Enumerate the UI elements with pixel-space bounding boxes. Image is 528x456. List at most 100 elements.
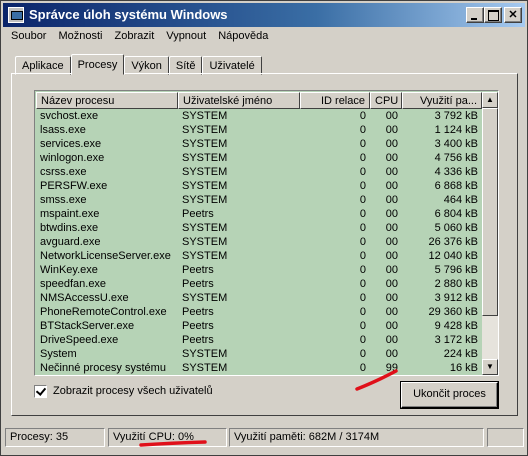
process-name: services.exe (40, 138, 102, 150)
process-user: Peetrs (182, 264, 214, 276)
process-user: SYSTEM (182, 152, 228, 164)
end-process-button[interactable]: Ukončit proces (401, 382, 498, 408)
process-name: winlogon.exe (40, 152, 105, 164)
minimize-button[interactable] (466, 7, 484, 23)
process-memory: 4 336 kB (434, 166, 478, 178)
scroll-up-icon[interactable]: ▲ (482, 92, 498, 108)
process-cpu: 00 (385, 152, 398, 164)
process-user: SYSTEM (182, 236, 228, 248)
process-memory: 3 792 kB (434, 110, 478, 122)
process-row[interactable]: BTStackServer.exe Peetrs 0 00 9 428 kB (36, 319, 482, 333)
process-cpu: 00 (385, 334, 398, 346)
process-name: PhoneRemoteControl.exe (40, 306, 167, 318)
status-process-count: Procesy: 35 (5, 428, 105, 447)
tab-processes[interactable]: Procesy (70, 54, 125, 75)
process-row[interactable]: services.exe SYSTEM 0 00 3 400 kB (36, 137, 482, 151)
process-row[interactable]: Nečinné procesy systému SYSTEM 0 99 16 kB (36, 361, 482, 375)
process-list[interactable]: Název procesu Uživatelské jméno ID relac… (34, 90, 499, 376)
process-name: mspaint.exe (40, 208, 100, 220)
process-session-id: 0 (359, 180, 366, 192)
process-user: Peetrs (182, 320, 214, 332)
menu-options[interactable]: Možnosti (52, 28, 108, 46)
process-row[interactable]: smss.exe SYSTEM 0 00 464 kB (36, 193, 482, 207)
process-name: btwdins.exe (40, 222, 99, 234)
column-header-cpu[interactable]: CPU (370, 92, 402, 109)
process-session-id: 0 (359, 306, 366, 318)
process-session-id: 0 (359, 166, 366, 178)
process-name: Nečinné procesy systému (40, 362, 166, 374)
column-header-session-id[interactable]: ID relace (300, 92, 370, 109)
process-user: Peetrs (182, 278, 214, 290)
process-session-id: 0 (359, 152, 366, 164)
process-user: SYSTEM (182, 292, 228, 304)
process-memory: 2 880 kB (434, 278, 478, 290)
process-row[interactable]: NMSAccessU.exe SYSTEM 0 00 3 912 kB (36, 291, 482, 305)
process-memory: 6 804 kB (434, 208, 478, 220)
process-memory: 16 kB (449, 362, 478, 374)
process-cpu: 99 (385, 362, 398, 374)
process-cpu: 00 (385, 138, 398, 150)
column-header-memory[interactable]: Využití pa... (402, 92, 482, 109)
process-cpu: 00 (385, 166, 398, 178)
process-row[interactable]: lsass.exe SYSTEM 0 00 1 124 kB (36, 123, 482, 137)
scroll-thumb[interactable] (482, 108, 498, 316)
process-row[interactable]: System SYSTEM 0 00 224 kB (36, 347, 482, 361)
process-user: SYSTEM (182, 166, 228, 178)
window-title: Správce úloh systému Windows (29, 7, 228, 22)
process-cpu: 00 (385, 208, 398, 220)
process-name: avguard.exe (40, 236, 101, 248)
column-header-user[interactable]: Uživatelské jméno (178, 92, 300, 109)
process-cpu: 00 (385, 124, 398, 136)
process-memory: 3 912 kB (434, 292, 478, 304)
show-all-users-checkbox[interactable] (34, 384, 47, 398)
process-rows: svchost.exe SYSTEM 0 00 3 792 kB lsass.exe SYS… (36, 109, 482, 375)
process-memory: 5 796 kB (434, 264, 478, 276)
menu-help[interactable]: Nápověda (212, 28, 274, 46)
menu-shutdown[interactable]: Vypnout (160, 28, 212, 46)
process-row[interactable]: NetworkLicenseServer.exe SYSTEM 0 00 12 040 … (36, 249, 482, 263)
process-row[interactable]: avguard.exe SYSTEM 0 00 26 376 kB (36, 235, 482, 249)
process-row[interactable]: winlogon.exe SYSTEM 0 00 4 756 kB (36, 151, 482, 165)
process-session-id: 0 (359, 138, 366, 150)
menu-file[interactable]: Soubor (5, 28, 52, 46)
process-user: Peetrs (182, 208, 214, 220)
process-row[interactable]: PERSFW.exe SYSTEM 0 00 6 868 kB (36, 179, 482, 193)
process-user: SYSTEM (182, 362, 228, 374)
vertical-scrollbar[interactable]: ▲ ▼ (482, 92, 498, 375)
process-user: SYSTEM (182, 180, 228, 192)
process-row[interactable]: PhoneRemoteControl.exe Peetrs 0 00 29 360 kB (36, 305, 482, 319)
process-row[interactable]: WinKey.exe Peetrs 0 00 5 796 kB (36, 263, 482, 277)
process-user: Peetrs (182, 306, 214, 318)
process-row[interactable]: speedfan.exe Peetrs 0 00 2 880 kB (36, 277, 482, 291)
scroll-down-icon[interactable]: ▼ (482, 359, 498, 375)
column-header-name[interactable]: Název procesu (36, 92, 178, 109)
process-name: PERSFW.exe (40, 180, 108, 192)
process-session-id: 0 (359, 348, 366, 360)
process-row[interactable]: svchost.exe SYSTEM 0 00 3 792 kB (36, 109, 482, 123)
process-memory: 224 kB (443, 348, 478, 360)
process-row[interactable]: csrss.exe SYSTEM 0 00 4 336 kB (36, 165, 482, 179)
process-row[interactable]: mspaint.exe Peetrs 0 00 6 804 kB (36, 207, 482, 221)
process-cpu: 00 (385, 110, 398, 122)
status-cpu-usage: Využití CPU: 0% (108, 428, 227, 447)
process-memory: 1 124 kB (434, 124, 478, 136)
menu-view[interactable]: Zobrazit (109, 28, 161, 46)
process-user: SYSTEM (182, 250, 228, 262)
title-bar[interactable]: Správce úloh systému Windows (3, 3, 525, 27)
process-memory: 29 360 kB (428, 306, 478, 318)
maximize-button[interactable] (484, 7, 502, 23)
process-row[interactable]: btwdins.exe SYSTEM 0 00 5 060 kB (36, 221, 482, 235)
process-cpu: 00 (385, 306, 398, 318)
process-session-id: 0 (359, 236, 366, 248)
process-memory: 12 040 kB (428, 250, 478, 262)
process-session-id: 0 (359, 250, 366, 262)
close-button[interactable] (504, 7, 522, 23)
process-memory: 3 400 kB (434, 138, 478, 150)
process-session-id: 0 (359, 124, 366, 136)
process-row[interactable]: DriveSpeed.exe Peetrs 0 00 3 172 kB (36, 333, 482, 347)
show-all-users-option[interactable]: Zobrazit procesy všech uživatelů (34, 383, 213, 399)
process-name: NetworkLicenseServer.exe (40, 250, 171, 262)
task-manager-icon (8, 7, 24, 23)
menu-bar: Soubor Možnosti Zobrazit Vypnout Nápověd… (5, 28, 274, 46)
process-cpu: 00 (385, 236, 398, 248)
